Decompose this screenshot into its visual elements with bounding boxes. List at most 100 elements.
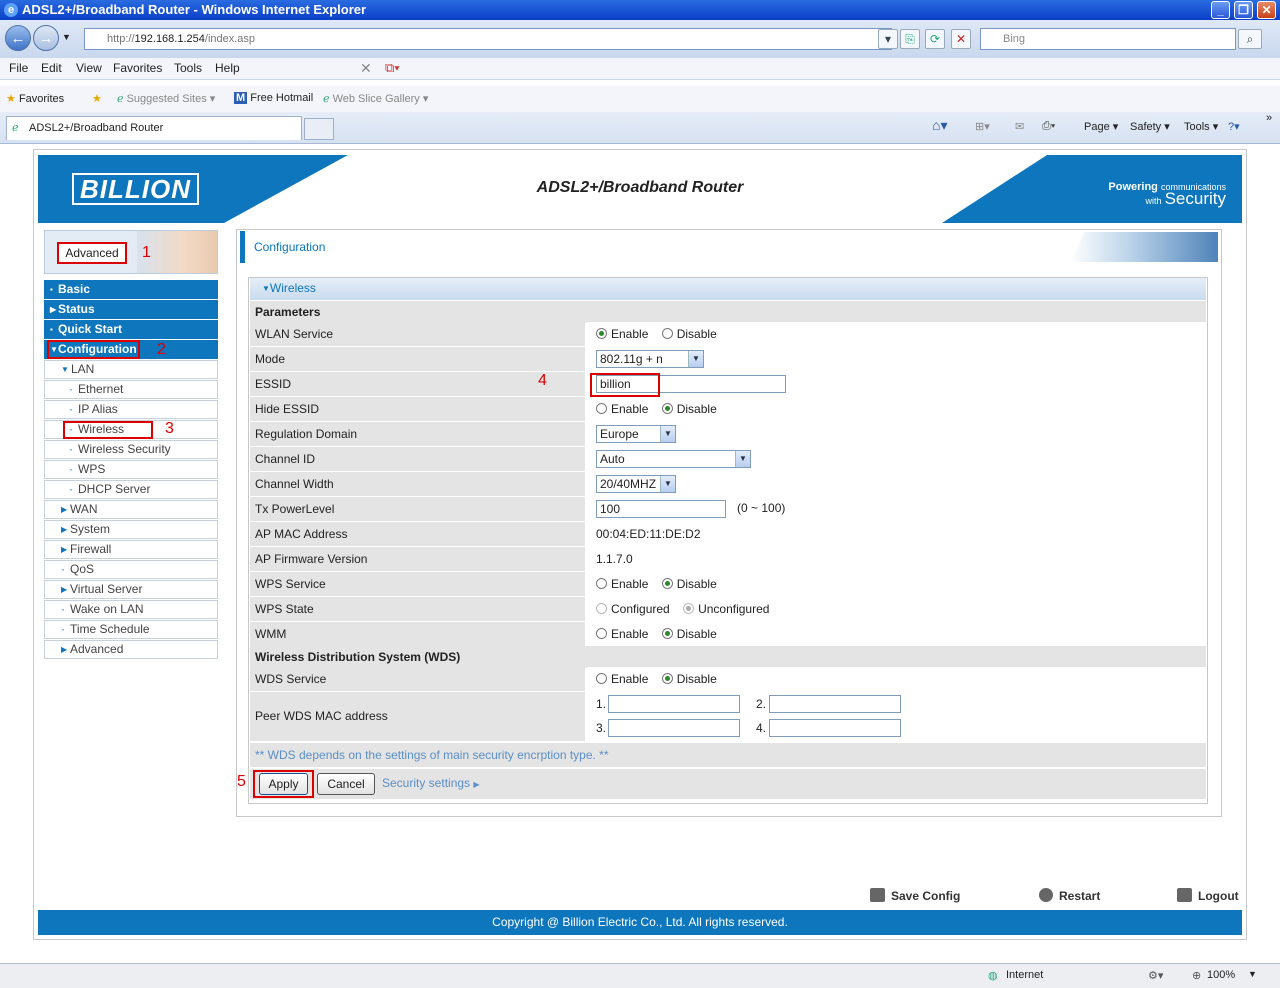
nav-quick-start[interactable]: ▪ Quick Start	[44, 320, 218, 339]
help-icon[interactable]: ?▾	[1228, 120, 1240, 133]
mail-icon[interactable]: ✉	[1015, 120, 1024, 133]
search-input[interactable]: Bing	[980, 28, 1236, 50]
peer-mac-2-input[interactable]	[769, 695, 901, 713]
free-hotmail-link[interactable]: M Free Hotmail	[234, 92, 313, 104]
channel-width-select[interactable]: 20/40MHZ ▼	[596, 475, 676, 493]
page-menu[interactable]: Page ▾	[1084, 120, 1118, 133]
chevron-right-icon: ▶	[61, 585, 68, 594]
wps-service-disable-radio[interactable]: Disable	[661, 577, 717, 591]
tab-title: ADSL2+/Broadband Router	[29, 122, 164, 134]
address-dropdown-icon[interactable]: ▾	[878, 29, 898, 49]
stop-icon[interactable]: ✕	[951, 29, 971, 49]
nav-basic[interactable]: ▪ Basic	[44, 280, 218, 299]
menu-favorites[interactable]: Favorites	[113, 61, 162, 75]
nav-lan[interactable]: ▼ LAN	[44, 360, 218, 379]
content-header-title: Configuration	[254, 240, 326, 254]
wds-service-enable-radio[interactable]: Enable	[596, 672, 648, 686]
wlan-service-enable-radio[interactable]: Enable	[596, 327, 648, 341]
nav-status[interactable]: ▶ Status	[44, 300, 218, 319]
hide-essid-enable-radio[interactable]: Enable	[596, 402, 648, 416]
save-config-button[interactable]: Save Config	[870, 888, 960, 903]
wlan-service-disable-radio[interactable]: Disable	[661, 327, 717, 341]
forward-icon[interactable]: →	[33, 25, 59, 51]
compatibility-icon[interactable]: ⎘	[900, 29, 920, 49]
protected-mode-icon[interactable]: ⚙▾	[1148, 969, 1163, 982]
address-bar[interactable]: http://192.168.1.254/index.asp	[84, 28, 892, 50]
zoom-dropdown-icon[interactable]: ▼	[1248, 969, 1257, 979]
suggested-sites-link[interactable]: ℯ Suggested Sites ▾	[117, 92, 215, 105]
favorites-button[interactable]: ★ Favorites	[6, 92, 64, 105]
chevron-right-icon: ▶	[61, 525, 68, 534]
history-dropdown-icon[interactable]: ▼	[62, 32, 71, 42]
wmm-value: Enable Disable	[587, 622, 1206, 646]
nav-advanced[interactable]: ▶ Advanced	[44, 640, 218, 659]
translate-icon[interactable]: ⧉▾	[385, 60, 400, 76]
refresh-icon[interactable]: ⟳	[925, 29, 945, 49]
annotation-1: 1	[142, 244, 151, 261]
logout-button[interactable]: Logout	[1177, 888, 1239, 903]
mode-label: Mode	[250, 347, 585, 371]
close-icon[interactable]: ✕	[1257, 1, 1276, 19]
wps-state-unconfigured-radio: Unconfigured	[683, 602, 769, 616]
maximize-icon[interactable]: ❐	[1234, 1, 1253, 19]
tab-router[interactable]: ℯ ADSL2+/Broadband Router	[6, 116, 302, 140]
cancel-button[interactable]: Cancel	[317, 773, 375, 795]
menu-edit[interactable]: Edit	[41, 61, 62, 75]
home-icon[interactable]: ⌂▾	[932, 117, 947, 134]
tx-power-input[interactable]: 100	[596, 500, 726, 518]
feeds-icon[interactable]: ⊞▾	[975, 120, 990, 133]
ie-logo-icon: e	[4, 3, 18, 17]
wireless-section-header[interactable]: ▼Wireless	[250, 278, 1206, 300]
nav-wireless-security[interactable]: · Wireless Security	[44, 440, 218, 459]
channel-id-select[interactable]: Auto ▼	[596, 450, 751, 468]
peer-mac-4-input[interactable]	[769, 719, 901, 737]
chevron-right-icon[interactable]: »	[1266, 112, 1272, 124]
channel-width-selected: 20/40MHZ	[600, 477, 657, 491]
zoom-icon[interactable]: ⊕	[1192, 969, 1201, 982]
new-tab-button[interactable]	[304, 118, 334, 140]
wds-service-disable-radio[interactable]: Disable	[661, 672, 717, 686]
regulation-domain-select[interactable]: Europe ▼	[596, 425, 676, 443]
nav-ip-alias[interactable]: · IP Alias	[44, 400, 218, 419]
nav-virtual-server[interactable]: ▶ Virtual Server	[44, 580, 218, 599]
peer-mac-1-input[interactable]	[608, 695, 740, 713]
mode-advanced-label[interactable]: Advanced	[57, 242, 127, 264]
zoom-level[interactable]: 100%	[1207, 969, 1235, 981]
close-toolbar-icon[interactable]: ✕	[360, 60, 372, 77]
safety-menu[interactable]: Safety ▾	[1130, 120, 1170, 133]
search-icon[interactable]: ⌕	[1238, 29, 1262, 49]
nav-dhcp-server-label: DHCP Server	[78, 482, 151, 496]
nav-wps[interactable]: · WPS	[44, 460, 218, 479]
wmm-disable-radio[interactable]: Disable	[661, 627, 717, 641]
nav-time-schedule[interactable]: · Time Schedule	[44, 620, 218, 639]
wps-service-enable-radio[interactable]: Enable	[596, 577, 648, 591]
security-settings-link[interactable]: Security settings ▶	[382, 776, 480, 790]
menu-tools[interactable]: Tools	[174, 61, 202, 75]
menu-file[interactable]: File	[9, 61, 28, 75]
nav-ethernet[interactable]: · Ethernet	[44, 380, 218, 399]
wmm-enable-radio[interactable]: Enable	[596, 627, 648, 641]
menu-help[interactable]: Help	[215, 61, 240, 75]
peer-mac-3-input[interactable]	[608, 719, 740, 737]
add-favorites-icon[interactable]: ★	[92, 92, 102, 105]
tools-menu[interactable]: Tools ▾	[1184, 120, 1218, 133]
ap-firmware-value: 1.1.7.0	[587, 547, 1206, 571]
nav-qos[interactable]: · QoS	[44, 560, 218, 579]
mode-select[interactable]: 802.11g + n ▼	[596, 350, 704, 368]
nav-wan[interactable]: ▶ WAN	[44, 500, 218, 519]
nav-wake-on-lan[interactable]: · Wake on LAN	[44, 600, 218, 619]
nav-dhcp-server[interactable]: · DHCP Server	[44, 480, 218, 499]
tab-favicon-icon: ℯ	[12, 122, 19, 134]
minimize-icon[interactable]: _	[1211, 1, 1230, 19]
print-icon[interactable]: ⎙▾	[1042, 120, 1055, 133]
nav-firewall[interactable]: ▶ Firewall	[44, 540, 218, 559]
menu-view[interactable]: View	[76, 61, 102, 75]
nav-system[interactable]: ▶ System	[44, 520, 218, 539]
back-icon[interactable]: ←	[5, 25, 31, 51]
web-slice-gallery-link[interactable]: ℯ Web Slice Gallery ▾	[323, 92, 428, 105]
restart-button[interactable]: Restart	[1039, 888, 1100, 903]
hide-essid-disable-radio[interactable]: Disable	[661, 402, 717, 416]
radio-label: Enable	[611, 327, 649, 341]
wds-header: Wireless Distribution System (WDS)	[250, 646, 1206, 668]
essid-label: ESSID	[250, 372, 585, 396]
